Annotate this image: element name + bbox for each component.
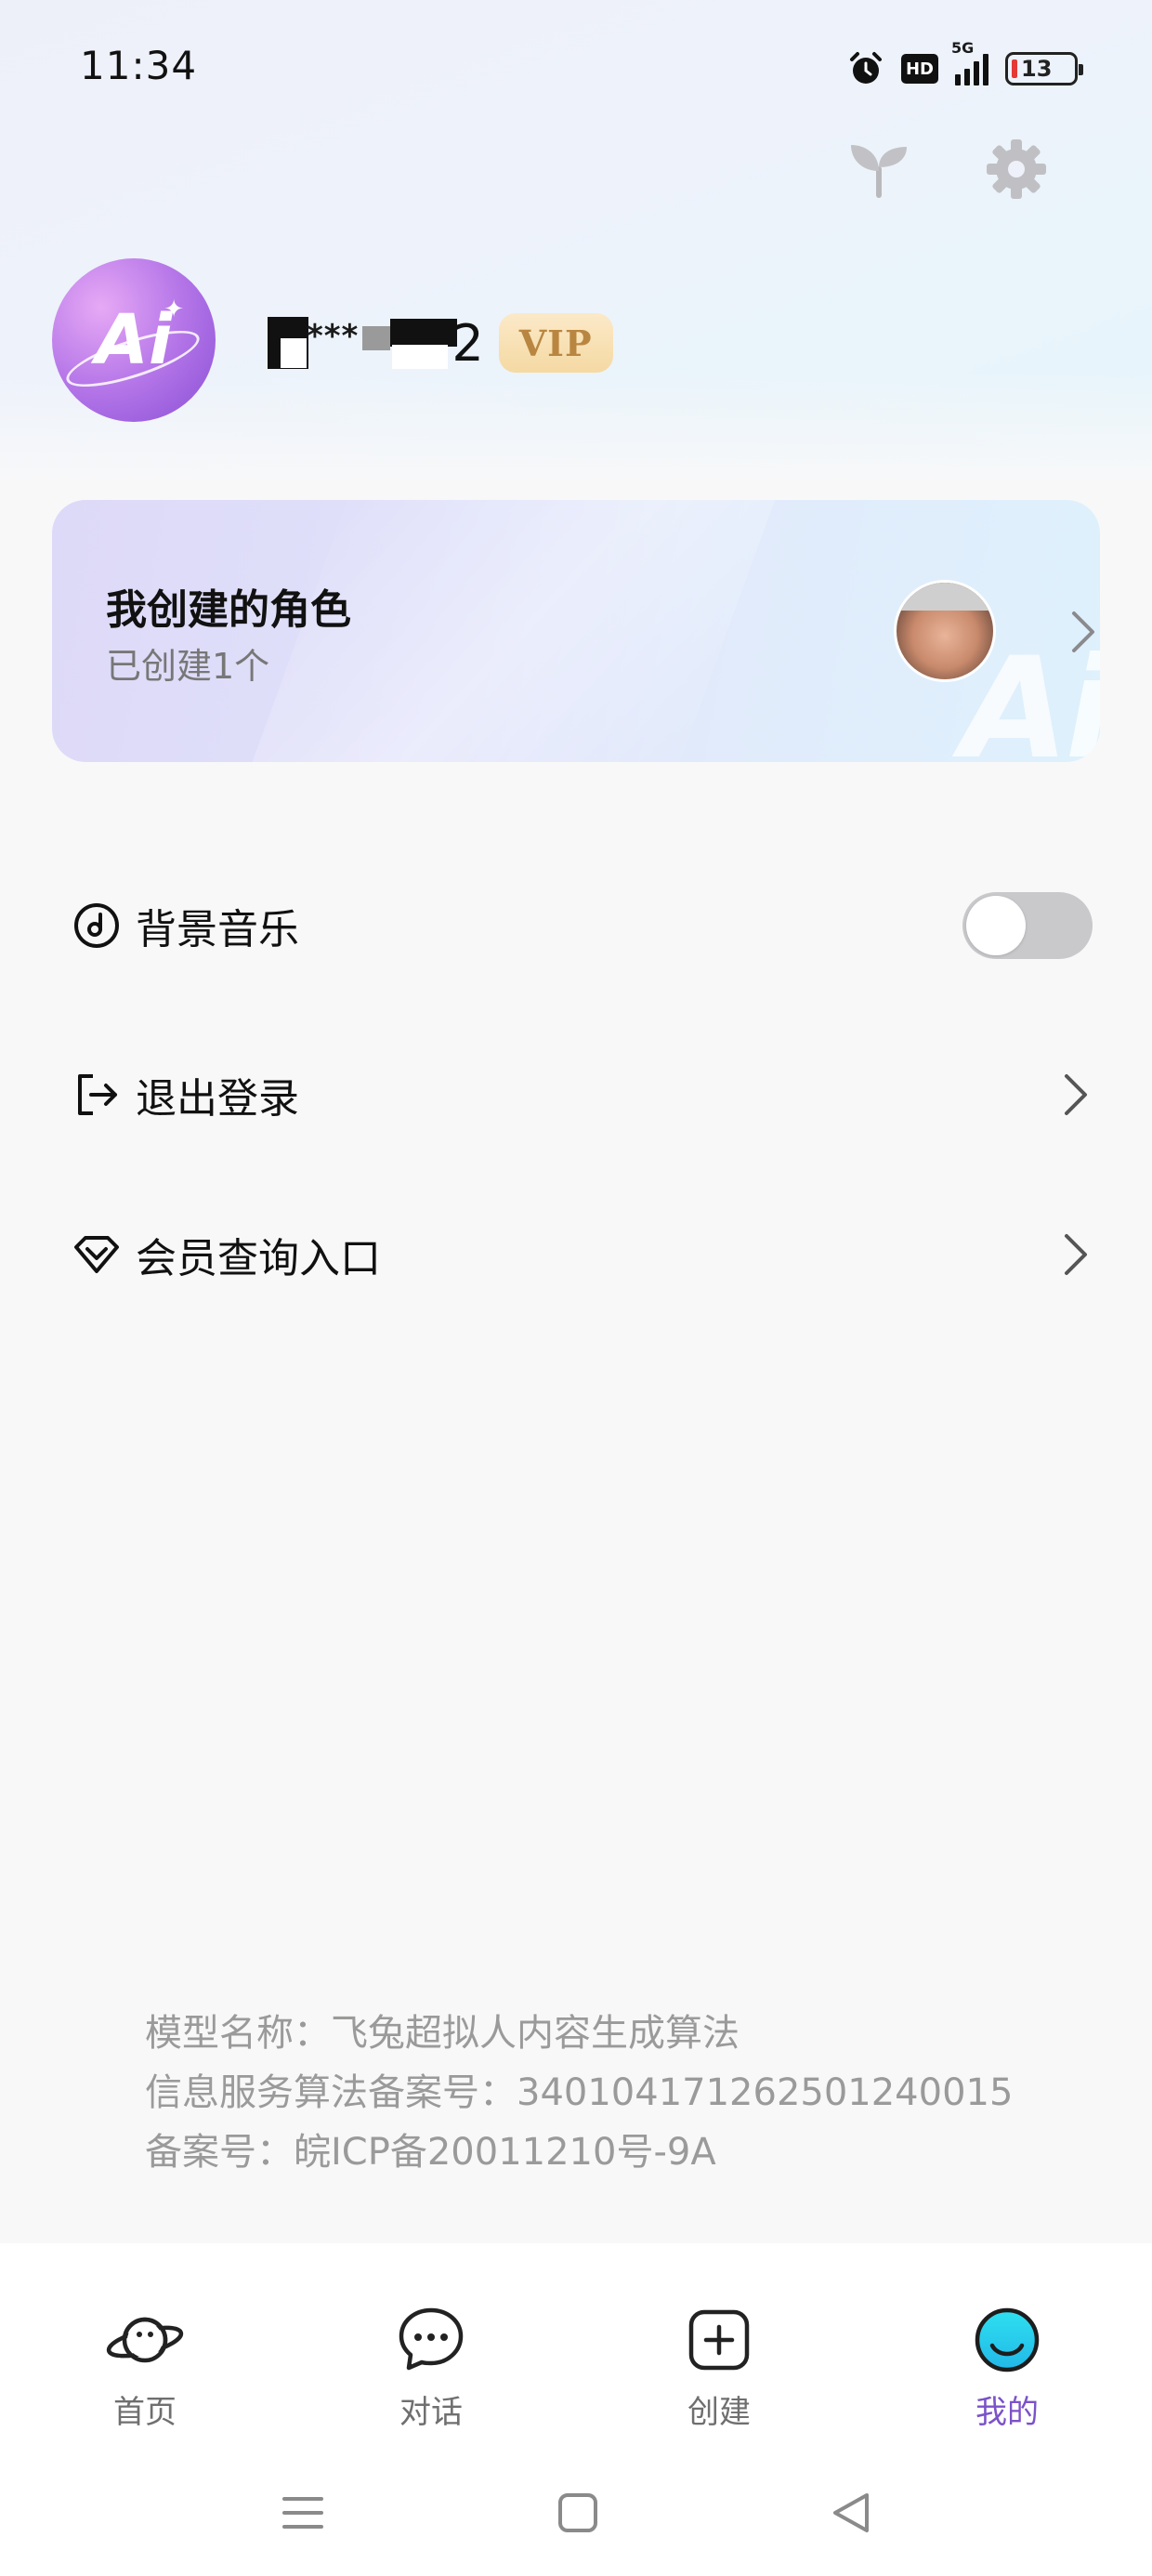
battery-level: 13 xyxy=(1021,56,1053,82)
vip-badge[interactable]: VIP xyxy=(498,313,613,373)
avatar-label: Ai xyxy=(95,300,173,380)
sparkle-icon: ✦ xyxy=(164,296,184,323)
icp-record-text: 备案号：皖ICP备20011210号-9A xyxy=(145,2131,716,2174)
music-disc-icon xyxy=(71,900,123,952)
tab-create[interactable]: 创建 xyxy=(626,2301,812,2450)
username-row: *** 2 VIP xyxy=(268,309,613,377)
hamburger-icon xyxy=(281,2494,324,2535)
tab-chat[interactable]: 对话 xyxy=(338,2301,524,2450)
tab-mine[interactable]: 我的 xyxy=(914,2301,1100,2450)
chat-bubble-icon xyxy=(392,2301,470,2379)
square-icon xyxy=(557,2492,598,2537)
signal-5g-icon: 5G xyxy=(951,39,988,85)
status-time: 11:34 xyxy=(80,43,198,88)
my-roles-card[interactable]: Ai 我创建的角色 已创建1个 xyxy=(52,500,1100,762)
tab-home[interactable]: 首页 xyxy=(52,2301,238,2450)
hd-icon: HD xyxy=(901,54,938,84)
menu-item-logout[interactable]: 退出登录 xyxy=(71,1048,1093,1141)
my-roles-title: 我创建的角色 xyxy=(106,586,351,634)
username-redacted: *** xyxy=(268,315,458,371)
alarm-icon xyxy=(847,50,884,87)
toggle-knob xyxy=(966,896,1026,955)
model-name-text: 模型名称：飞兔超拟人内容生成算法 xyxy=(145,2012,740,2055)
menu-item-background-music: 背景音乐 xyxy=(71,879,1093,972)
logout-icon xyxy=(71,1069,123,1121)
tab-label: 首页 xyxy=(113,2394,177,2431)
profile-face-icon xyxy=(968,2301,1046,2379)
menu-nav-button[interactable] xyxy=(269,2481,336,2548)
chevron-right-icon xyxy=(1065,608,1100,656)
system-nav-bar xyxy=(0,2453,1152,2565)
add-square-icon xyxy=(680,2301,758,2379)
home-nav-button[interactable] xyxy=(544,2481,611,2548)
settings-button[interactable] xyxy=(983,138,1050,204)
back-triangle-icon xyxy=(830,2491,872,2538)
tab-label: 对话 xyxy=(399,2394,463,2431)
status-icons: HD 5G 13 xyxy=(847,39,1083,91)
chevron-right-icon xyxy=(1055,1048,1093,1141)
role-avatar xyxy=(894,580,996,682)
menu-label: 会员查询入口 xyxy=(136,1235,381,1282)
menu-item-membership-query[interactable]: 会员查询入口 xyxy=(71,1208,1093,1301)
background-music-toggle[interactable] xyxy=(962,892,1093,959)
avatar[interactable]: ✦ Ai xyxy=(52,258,216,422)
menu-label: 背景音乐 xyxy=(136,906,299,953)
gear-icon xyxy=(985,138,1048,204)
battery-icon: 13 xyxy=(1005,52,1083,85)
sprout-icon xyxy=(847,139,910,203)
tab-label: 创建 xyxy=(687,2394,751,2431)
menu-label: 退出登录 xyxy=(136,1075,299,1123)
sprout-button[interactable] xyxy=(845,138,912,204)
tab-label: 我的 xyxy=(975,2394,1039,2431)
diamond-icon xyxy=(71,1229,123,1281)
chevron-right-icon xyxy=(1055,1208,1093,1301)
my-roles-count: 已创建1个 xyxy=(106,646,270,687)
status-bar: 11:34 HD 5G 13 xyxy=(0,0,1152,139)
algorithm-record-text: 信息服务算法备案号：340104171262501240015 xyxy=(145,2071,1014,2114)
planet-icon xyxy=(106,2301,184,2379)
regulatory-info: 模型名称：飞兔超拟人内容生成算法 信息服务算法备案号：3401041712625… xyxy=(145,2004,1013,2182)
back-nav-button[interactable] xyxy=(818,2481,884,2548)
